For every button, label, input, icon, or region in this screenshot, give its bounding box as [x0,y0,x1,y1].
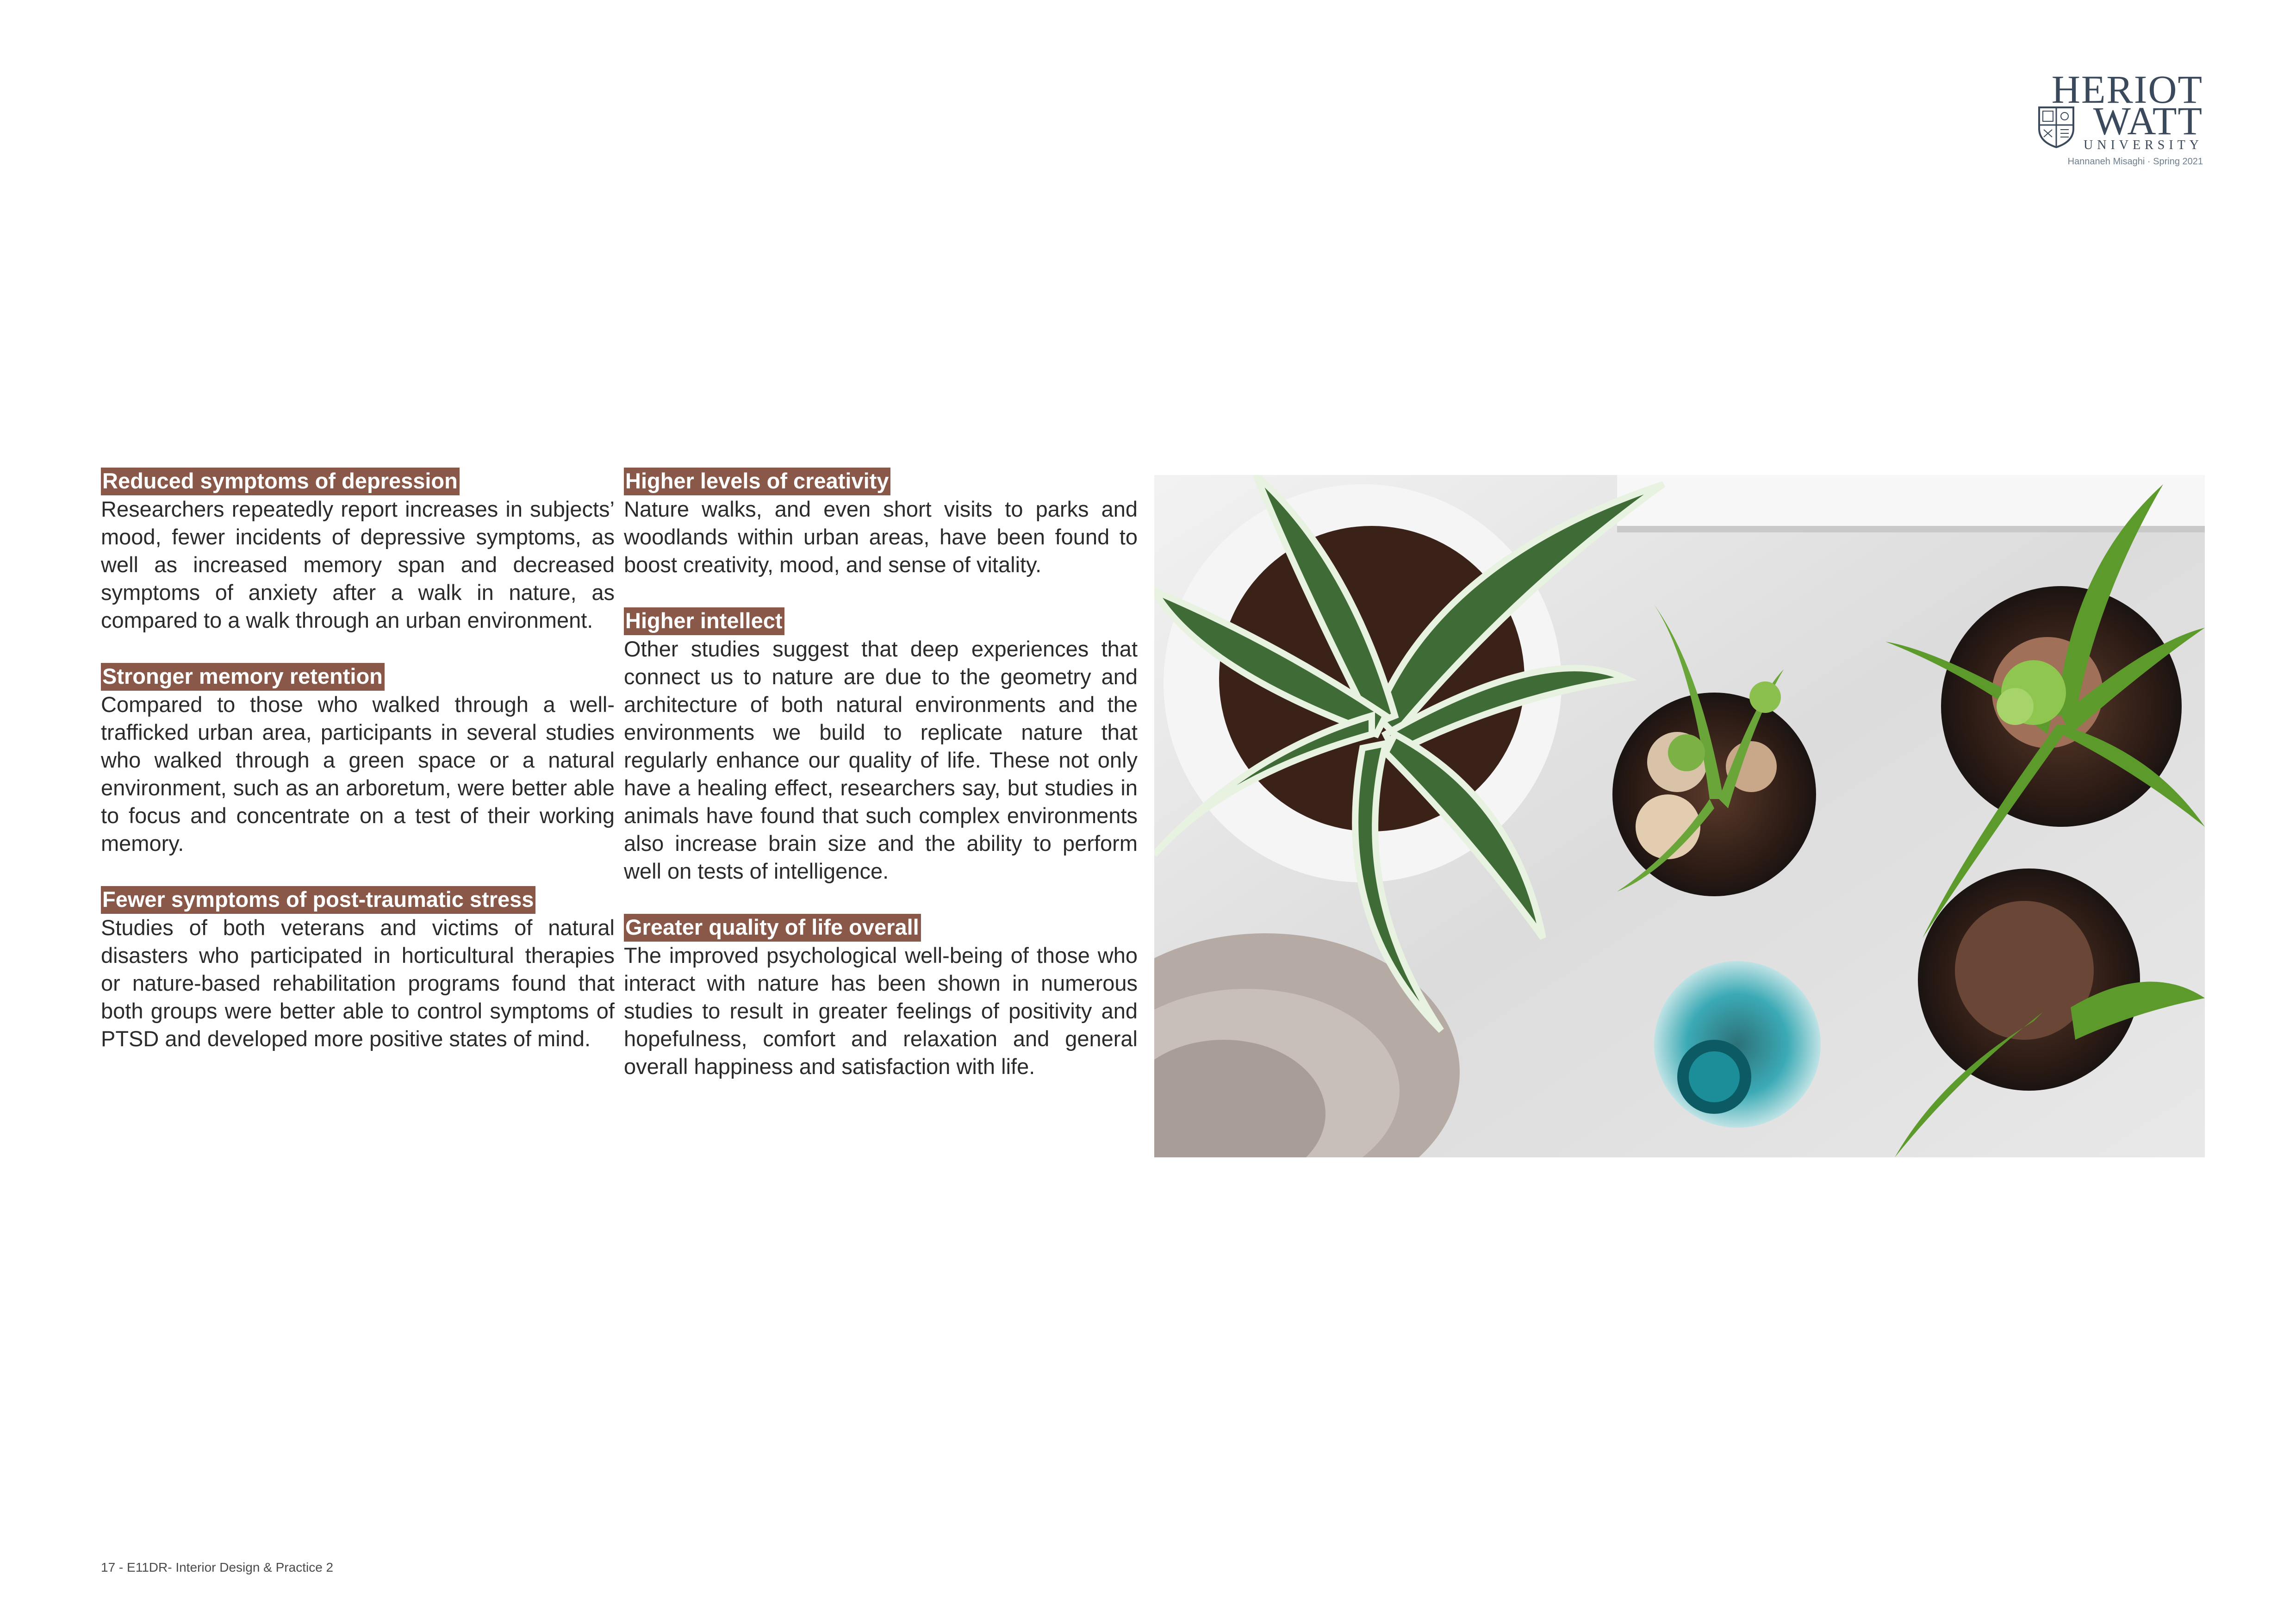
section-memory: Stronger memory retention Compared to th… [101,663,615,857]
section-body: Compared to those who walked through a w… [101,692,615,856]
author-credit: Hannaneh Misaghi · Spring 2021 [2067,156,2203,167]
text-column-left: Reduced symptoms of depression Researche… [101,468,615,1081]
section-body: Other studies suggest that deep experien… [624,637,1138,883]
crest-icon [2038,106,2074,149]
section-body: Studies of both veterans and victims of … [101,915,615,1051]
text-column-middle: Higher levels of creativity Nature walks… [624,468,1138,1109]
plants-illustration [1154,475,2205,1157]
section-depression: Reduced symptoms of depression Researche… [101,468,615,634]
section-heading: Higher intellect [624,607,784,635]
section-intellect: Higher intellect Other studies suggest t… [624,607,1138,885]
section-quality-of-life: Greater quality of life overall The impr… [624,914,1138,1081]
section-heading: Greater quality of life overall [624,914,921,942]
section-body: The improved psychological well-being of… [624,943,1138,1079]
section-ptsd: Fewer symptoms of post-traumatic stress … [101,886,615,1053]
section-body: Researchers repeatedly report increases … [101,497,615,632]
section-heading: Fewer symptoms of post-traumatic stress [101,886,536,914]
logo-text-university: UNIVERSITY [2084,138,2203,152]
section-heading: Stronger memory retention [101,663,385,691]
section-creativity: Higher levels of creativity Nature walks… [624,468,1138,579]
plants-photo [1154,475,2205,1157]
page-footer: 17 - E11DR- Interior Design & Practice 2 [101,1560,334,1574]
section-body: Nature walks, and even short visits to p… [624,497,1138,577]
section-heading: Reduced symptoms of depression [101,468,460,495]
section-heading: Higher levels of creativity [624,468,891,495]
logo-text-watt: WATT [2093,99,2203,143]
university-logo: HERIOT WATT UNIVERSITY Hannaneh Misaghi … [2036,69,2203,176]
